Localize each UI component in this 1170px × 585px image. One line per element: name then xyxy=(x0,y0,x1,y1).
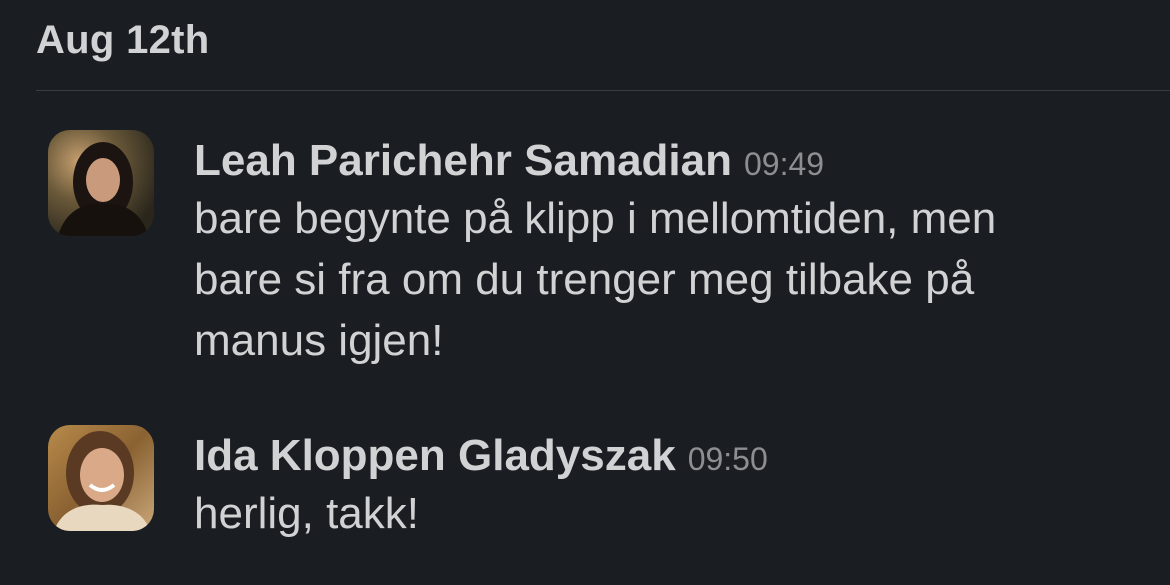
message-author[interactable]: Ida Kloppen Gladyszak xyxy=(194,431,676,480)
message-text: bare begynte på klipp i mellomtiden, men… xyxy=(194,188,1144,371)
profile-photo-icon xyxy=(48,425,154,531)
message-timestamp[interactable]: 09:50 xyxy=(688,441,768,477)
message-author[interactable]: Leah Parichehr Samadian xyxy=(194,136,732,185)
avatar[interactable] xyxy=(48,425,154,531)
message-line: bare begynte på klipp i mellomtiden, men xyxy=(194,194,997,243)
avatar[interactable] xyxy=(48,130,154,236)
divider xyxy=(36,90,1170,91)
message-line: manus igjen! xyxy=(194,316,444,365)
message-line: bare si fra om du trenger meg tilbake på xyxy=(194,255,975,304)
profile-photo-icon xyxy=(48,130,154,236)
message-timestamp[interactable]: 09:49 xyxy=(744,146,824,182)
message-text: herlig, takk! xyxy=(194,483,1144,544)
date-divider-label[interactable]: Aug 12th xyxy=(36,18,210,63)
message-line: herlig, takk! xyxy=(194,489,419,538)
